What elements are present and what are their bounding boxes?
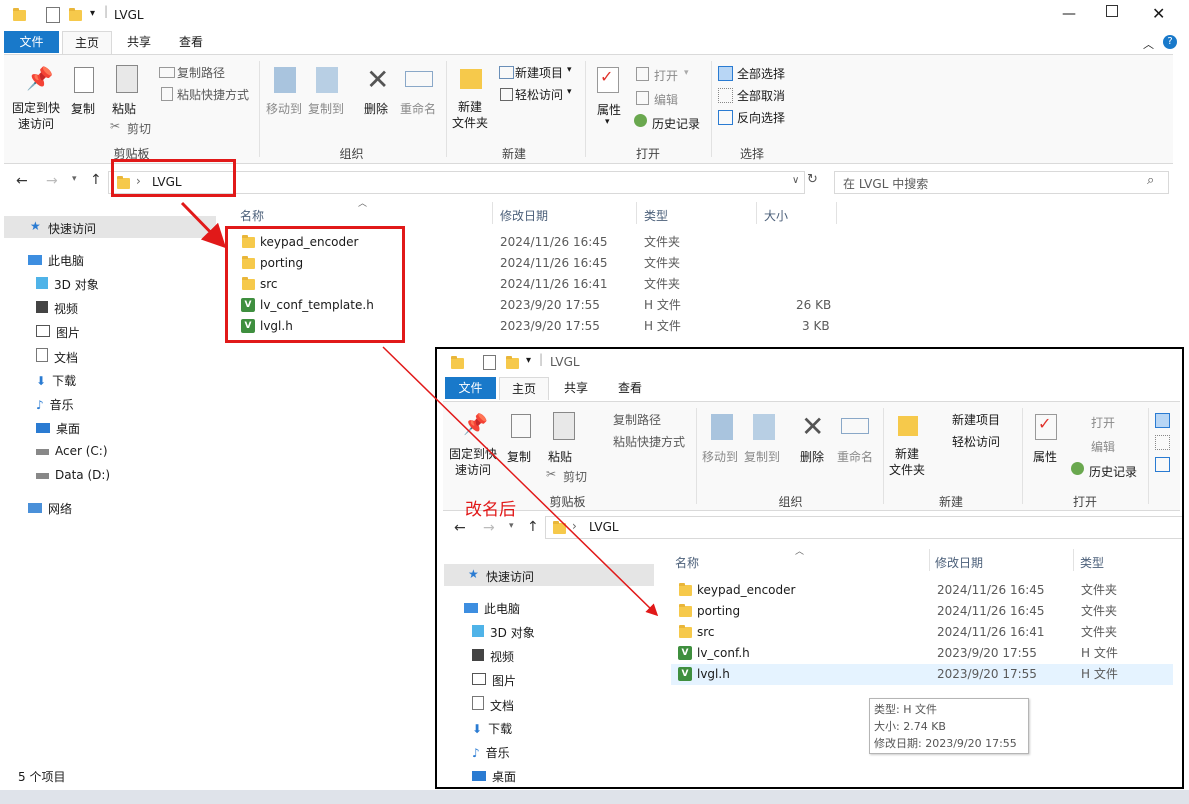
arrow-files-to-renamed [382,346,659,617]
arrow-address-to-files [180,201,227,249]
annotation-arrows [180,201,659,617]
